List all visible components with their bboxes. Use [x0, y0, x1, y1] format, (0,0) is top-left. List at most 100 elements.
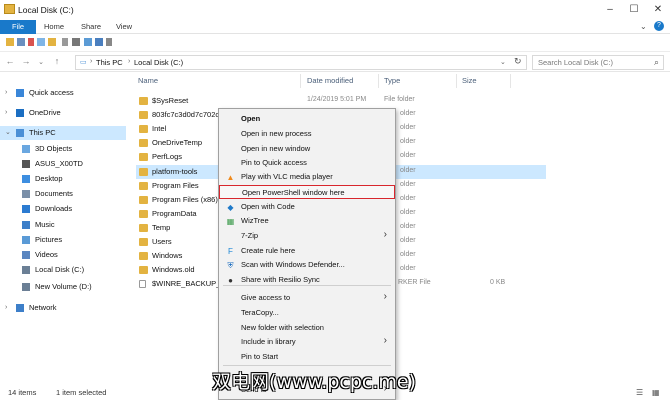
menu-separator — [223, 365, 391, 366]
sidebar-item-quick-access[interactable]: › Quick access — [0, 86, 126, 100]
sidebar-item-downloads[interactable]: Downloads — [0, 202, 126, 216]
details-view-icon[interactable]: ☰ — [636, 388, 643, 397]
column-separator[interactable] — [300, 74, 301, 88]
navigation-pane: › Quick access › OneDrive ⌄ This PC 3D Objects… — [0, 72, 128, 382]
table-row[interactable]: $SysReset 1/24/2019 5:01 PM File folder — [136, 94, 546, 108]
folder-icon — [139, 111, 148, 120]
sidebar-item-asus-x00td[interactable]: ASUS_X00TD — [0, 157, 126, 171]
chevron-right-icon[interactable]: › — [5, 301, 7, 315]
view-icon[interactable] — [72, 38, 80, 46]
details-pane-icon[interactable] — [95, 38, 103, 46]
submenu-arrow-icon: › — [383, 291, 387, 302]
sidebar-item-this-pc[interactable]: ⌄ This PC — [0, 126, 126, 140]
chevron-right-icon[interactable]: › — [5, 106, 7, 120]
sidebar-item-videos[interactable]: Videos — [0, 248, 126, 262]
back-icon[interactable]: ← — [5, 56, 15, 66]
properties-icon[interactable] — [17, 38, 25, 46]
file-name: PerfLogs — [152, 152, 183, 162]
column-separator[interactable] — [510, 74, 511, 88]
menu-item-label: Pin to Start — [241, 352, 279, 361]
menu-item-label: Open — [241, 114, 261, 123]
help-icon[interactable]: ? — [654, 21, 664, 31]
sidebar-item-music[interactable]: Music — [0, 218, 126, 232]
chevron-down-icon[interactable]: ⌄ — [500, 58, 506, 66]
sidebar-item-desktop[interactable]: Desktop — [0, 172, 126, 186]
preview-pane-icon[interactable] — [84, 38, 92, 46]
sidebar-item-documents[interactable]: Documents — [0, 187, 126, 201]
delete-icon[interactable] — [28, 38, 34, 46]
recent-locations-icon[interactable]: ⌄ — [36, 58, 46, 66]
chevron-down-icon[interactable]: ⌄ — [5, 126, 11, 140]
menu-item-7-zip[interactable]: 7-Zip › — [219, 229, 395, 243]
maximize-button[interactable]: ☐ — [622, 0, 646, 20]
rule-icon: F — [228, 247, 233, 256]
sidebar-item-new-volume-d[interactable]: New Volume (D:) — [0, 280, 126, 294]
tab-home[interactable]: Home — [40, 20, 68, 34]
sidebar-item-network[interactable]: › Network — [0, 301, 126, 315]
menu-item-give-access-to[interactable]: Give access to › — [219, 291, 395, 305]
column-name[interactable]: Name — [138, 76, 158, 85]
menu-item-pin-to-start[interactable]: Pin to Start — [219, 350, 395, 364]
drive-icon — [22, 283, 30, 291]
sidebar-item-label: Music — [35, 220, 55, 229]
menu-item-open-with-code[interactable]: ◆ Open with Code — [219, 200, 395, 214]
ribbon-expand-icon[interactable]: ⌄ — [640, 22, 647, 31]
file-type: older — [400, 180, 416, 188]
command-bar — [0, 34, 670, 52]
sidebar-item-onedrive[interactable]: › OneDrive — [0, 106, 126, 120]
tab-file[interactable]: File — [0, 20, 36, 34]
menu-item-open-in-new-window[interactable]: Open in new window — [219, 142, 395, 156]
breadcrumb-this-pc[interactable]: This PC — [96, 58, 123, 67]
move-icon[interactable] — [48, 38, 56, 46]
refresh-icon[interactable]: ↻ — [514, 56, 522, 67]
column-type[interactable]: Type — [384, 76, 400, 85]
column-separator[interactable] — [456, 74, 457, 88]
folder-icon — [139, 266, 148, 275]
menu-item-teracopy[interactable]: TeraCopy... — [219, 306, 395, 320]
file-name: ProgramData — [152, 208, 197, 218]
forward-icon[interactable]: → — [21, 56, 31, 66]
menu-item-create-rule-here[interactable]: F Create rule here — [219, 244, 395, 258]
search-box[interactable]: Search Local Disk (C:) ⌕ — [532, 55, 664, 70]
menu-item-open-powershell-window-here[interactable]: Open PowerShell window here — [219, 185, 395, 199]
chevron-right-icon: › — [90, 58, 93, 65]
large-icons-view-icon[interactable]: ▦ — [652, 388, 660, 397]
options-icon[interactable] — [106, 38, 112, 46]
menu-item-open-in-new-process[interactable]: Open in new process — [219, 127, 395, 141]
menu-item-share-with-resilio-sync[interactable]: ● Share with Resilio Sync — [219, 273, 395, 287]
sidebar-item-local-disk-c[interactable]: Local Disk (C:) — [0, 263, 126, 277]
sidebar-item-label: Network — [29, 303, 57, 312]
minimize-button[interactable]: – — [598, 0, 622, 20]
up-icon[interactable]: ↑ — [52, 56, 62, 66]
menu-item-include-in-library[interactable]: Include in library › — [219, 335, 395, 349]
tab-share[interactable]: Share — [78, 20, 104, 34]
column-date-modified[interactable]: Date modified — [307, 76, 353, 85]
address-bar[interactable]: ▭ › This PC › Local Disk (C:) ⌄ ↻ — [75, 55, 527, 70]
chevron-right-icon[interactable]: › — [5, 86, 7, 100]
sidebar-item-pictures[interactable]: Pictures — [0, 233, 126, 247]
defender-icon: ⛨ — [227, 261, 234, 270]
file-type: older — [400, 208, 416, 216]
tab-view[interactable]: View — [112, 20, 136, 34]
menu-item-wiztree[interactable]: ▦ WizTree — [219, 214, 395, 228]
new-folder-icon[interactable] — [6, 38, 14, 46]
close-button[interactable]: ✕ — [646, 0, 670, 20]
search-input[interactable]: Search Local Disk (C:) — [538, 58, 613, 67]
menu-item-new-folder-with-selection[interactable]: New folder with selection — [219, 321, 395, 335]
breadcrumb-local-disk[interactable]: Local Disk (C:) — [134, 58, 183, 67]
menu-item-play-with-vlc-media-player[interactable]: ▲ Play with VLC media player — [219, 170, 395, 184]
copy-icon[interactable] — [62, 38, 68, 46]
menu-item-open[interactable]: Open — [219, 112, 395, 126]
menu-item-scan-with-windows-defender[interactable]: ⛨ Scan with Windows Defender... — [219, 258, 395, 272]
file-type: older — [400, 124, 416, 132]
column-size[interactable]: Size — [462, 76, 477, 85]
file-type: File folder — [384, 96, 415, 103]
drive-icon — [22, 266, 30, 274]
menu-item-pin-to-quick-access[interactable]: Pin to Quick access — [219, 156, 395, 170]
file-name: Users — [152, 237, 172, 246]
column-separator[interactable] — [378, 74, 379, 88]
sidebar-item-3d-objects[interactable]: 3D Objects — [0, 142, 126, 156]
file-type: older — [400, 222, 416, 230]
rename-icon[interactable] — [37, 38, 45, 46]
music-icon — [22, 221, 30, 229]
